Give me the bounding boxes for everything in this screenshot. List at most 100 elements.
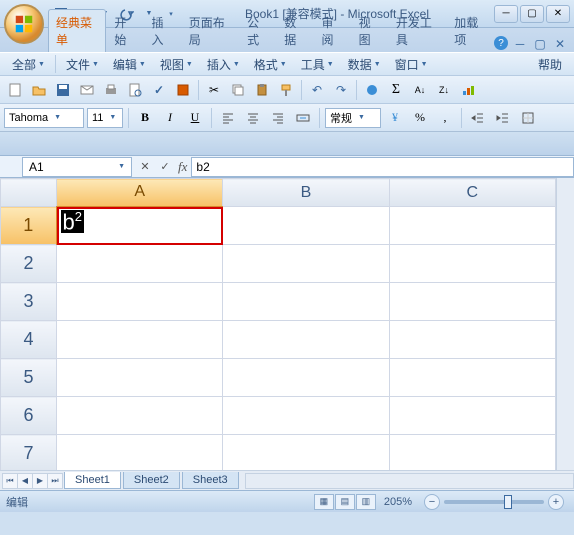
tab-insert[interactable]: 插入 xyxy=(144,9,181,52)
zoom-slider[interactable] xyxy=(444,500,544,504)
cell-b5[interactable] xyxy=(223,359,389,397)
view-pagebreak-icon[interactable]: ▥ xyxy=(356,494,376,510)
zoom-out-button[interactable]: − xyxy=(424,494,440,510)
cell-b6[interactable] xyxy=(223,397,389,435)
cell-b2[interactable] xyxy=(223,245,389,283)
sort-desc-icon[interactable]: Z↓ xyxy=(433,79,455,101)
align-right-icon[interactable] xyxy=(267,107,289,129)
print-preview-icon[interactable] xyxy=(124,79,146,101)
merge-icon[interactable] xyxy=(292,107,314,129)
zoom-level[interactable]: 205% xyxy=(384,496,412,508)
tab-nav-next-icon[interactable]: ▶ xyxy=(32,473,48,489)
help-icon[interactable]: ? xyxy=(494,36,508,50)
grid[interactable]: A B C 1 b2 2 3 4 5 6 7 xyxy=(0,178,556,470)
cell-b7[interactable] xyxy=(223,435,389,471)
paste-icon[interactable] xyxy=(251,79,273,101)
vertical-scrollbar[interactable] xyxy=(556,178,574,470)
cell-c1[interactable] xyxy=(389,207,555,245)
tab-home[interactable]: 开始 xyxy=(106,9,143,52)
sort-asc-icon[interactable]: A↓ xyxy=(409,79,431,101)
row-header-2[interactable]: 2 xyxy=(1,245,57,283)
mdi-close-icon[interactable]: ✕ xyxy=(552,36,568,52)
fx-icon[interactable]: fx xyxy=(178,159,187,175)
row-header-1[interactable]: 1 xyxy=(1,207,57,245)
align-center-icon[interactable] xyxy=(242,107,264,129)
increase-indent-icon[interactable] xyxy=(492,107,514,129)
sheet-tab-1[interactable]: Sheet1 xyxy=(64,472,121,489)
tab-data[interactable]: 数据 xyxy=(276,9,313,52)
bold-button[interactable]: B xyxy=(134,107,156,129)
tab-nav-last-icon[interactable]: ⏭ xyxy=(47,473,63,489)
menu-tools[interactable]: 工具▼ xyxy=(295,54,340,75)
menu-file[interactable]: 文件▼ xyxy=(60,54,105,75)
save-icon-tb[interactable] xyxy=(52,79,74,101)
redo-icon-tb[interactable]: ↷ xyxy=(330,79,352,101)
spell-icon[interactable]: ✓ xyxy=(148,79,170,101)
menu-all[interactable]: 全部▼ xyxy=(6,54,51,75)
office-button[interactable] xyxy=(4,4,44,44)
mdi-restore-icon[interactable]: ▢ xyxy=(532,36,548,52)
menu-help[interactable]: 帮助 xyxy=(532,54,568,75)
zoom-in-button[interactable]: + xyxy=(548,494,564,510)
row-header-6[interactable]: 6 xyxy=(1,397,57,435)
tab-pagelayout[interactable]: 页面布局 xyxy=(181,9,239,52)
tab-review[interactable]: 审阅 xyxy=(313,9,350,52)
tab-addins[interactable]: 加载项 xyxy=(446,9,494,52)
menu-format[interactable]: 格式▼ xyxy=(248,54,293,75)
cell-c7[interactable] xyxy=(389,435,555,471)
new-icon[interactable] xyxy=(4,79,26,101)
col-header-b[interactable]: B xyxy=(223,179,389,207)
tab-classic-menu[interactable]: 经典菜单 xyxy=(48,9,106,52)
open-icon[interactable] xyxy=(28,79,50,101)
cell-a1[interactable]: b2 xyxy=(57,207,223,245)
mail-icon[interactable] xyxy=(76,79,98,101)
maximize-button[interactable]: ▢ xyxy=(520,5,544,23)
cell-a3[interactable] xyxy=(57,283,223,321)
print-icon[interactable] xyxy=(100,79,122,101)
row-header-5[interactable]: 5 xyxy=(1,359,57,397)
sum-icon[interactable]: Σ xyxy=(385,79,407,101)
ribbon-minimize-icon[interactable]: ─ xyxy=(512,36,528,52)
cell-c4[interactable] xyxy=(389,321,555,359)
tab-view[interactable]: 视图 xyxy=(351,9,388,52)
undo-icon-tb[interactable]: ↶ xyxy=(306,79,328,101)
font-name-combo[interactable]: Tahoma▼ xyxy=(4,108,84,128)
research-icon[interactable] xyxy=(172,79,194,101)
align-left-icon[interactable] xyxy=(217,107,239,129)
menu-window[interactable]: 窗口▼ xyxy=(389,54,434,75)
cell-a6[interactable] xyxy=(57,397,223,435)
horizontal-scrollbar[interactable] xyxy=(245,473,574,489)
row-header-4[interactable]: 4 xyxy=(1,321,57,359)
comma-icon[interactable]: , xyxy=(434,107,456,129)
menu-edit[interactable]: 编辑▼ xyxy=(107,54,152,75)
copy-icon[interactable] xyxy=(227,79,249,101)
cell-b3[interactable] xyxy=(223,283,389,321)
cut-icon[interactable]: ✂ xyxy=(203,79,225,101)
decrease-indent-icon[interactable] xyxy=(467,107,489,129)
view-normal-icon[interactable]: ▦ xyxy=(314,494,334,510)
tab-formulas[interactable]: 公式 xyxy=(239,9,276,52)
tab-nav-prev-icon[interactable]: ◀ xyxy=(17,473,33,489)
view-pagelayout-icon[interactable]: ▤ xyxy=(335,494,355,510)
font-size-combo[interactable]: 11▼ xyxy=(87,108,123,128)
chart-icon[interactable] xyxy=(457,79,479,101)
menu-view[interactable]: 视图▼ xyxy=(154,54,199,75)
cell-a4[interactable] xyxy=(57,321,223,359)
select-all-corner[interactable] xyxy=(1,179,57,207)
col-header-a[interactable]: A xyxy=(57,179,223,207)
cell-a7[interactable] xyxy=(57,435,223,471)
currency-icon[interactable]: ¥ xyxy=(384,107,406,129)
cell-a2[interactable] xyxy=(57,245,223,283)
cell-b1[interactable] xyxy=(223,207,389,245)
hyperlink-icon[interactable] xyxy=(361,79,383,101)
underline-button[interactable]: U xyxy=(184,107,206,129)
tab-nav-first-icon[interactable]: ⏮ xyxy=(2,473,18,489)
confirm-edit-icon[interactable]: ✓ xyxy=(156,158,174,176)
cell-c6[interactable] xyxy=(389,397,555,435)
col-header-c[interactable]: C xyxy=(389,179,555,207)
cell-c2[interactable] xyxy=(389,245,555,283)
sheet-tab-2[interactable]: Sheet2 xyxy=(123,472,180,489)
format-painter-icon[interactable] xyxy=(275,79,297,101)
name-box[interactable]: A1▼ xyxy=(22,157,132,177)
tab-developer[interactable]: 开发工具 xyxy=(388,9,446,52)
